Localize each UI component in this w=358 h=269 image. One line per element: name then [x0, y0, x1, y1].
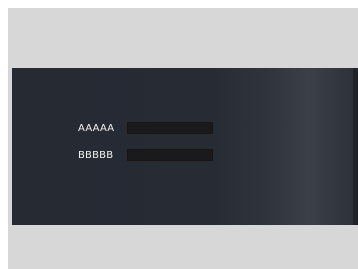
dark-panel: AAAAA BBBBB: [12, 68, 358, 225]
top-band: [8, 8, 358, 68]
field-input-b[interactable]: [126, 148, 214, 162]
window-frame: AAAAA BBBBB: [8, 8, 358, 269]
field-row-a: AAAAA: [78, 120, 214, 136]
field-input-a[interactable]: [126, 121, 214, 135]
field-label-a: AAAAA: [78, 122, 115, 134]
bottom-band: [8, 225, 358, 269]
field-label-b: BBBBB: [78, 149, 114, 161]
field-row-b: BBBBB: [78, 147, 214, 163]
right-edge-shadow: [353, 68, 358, 225]
